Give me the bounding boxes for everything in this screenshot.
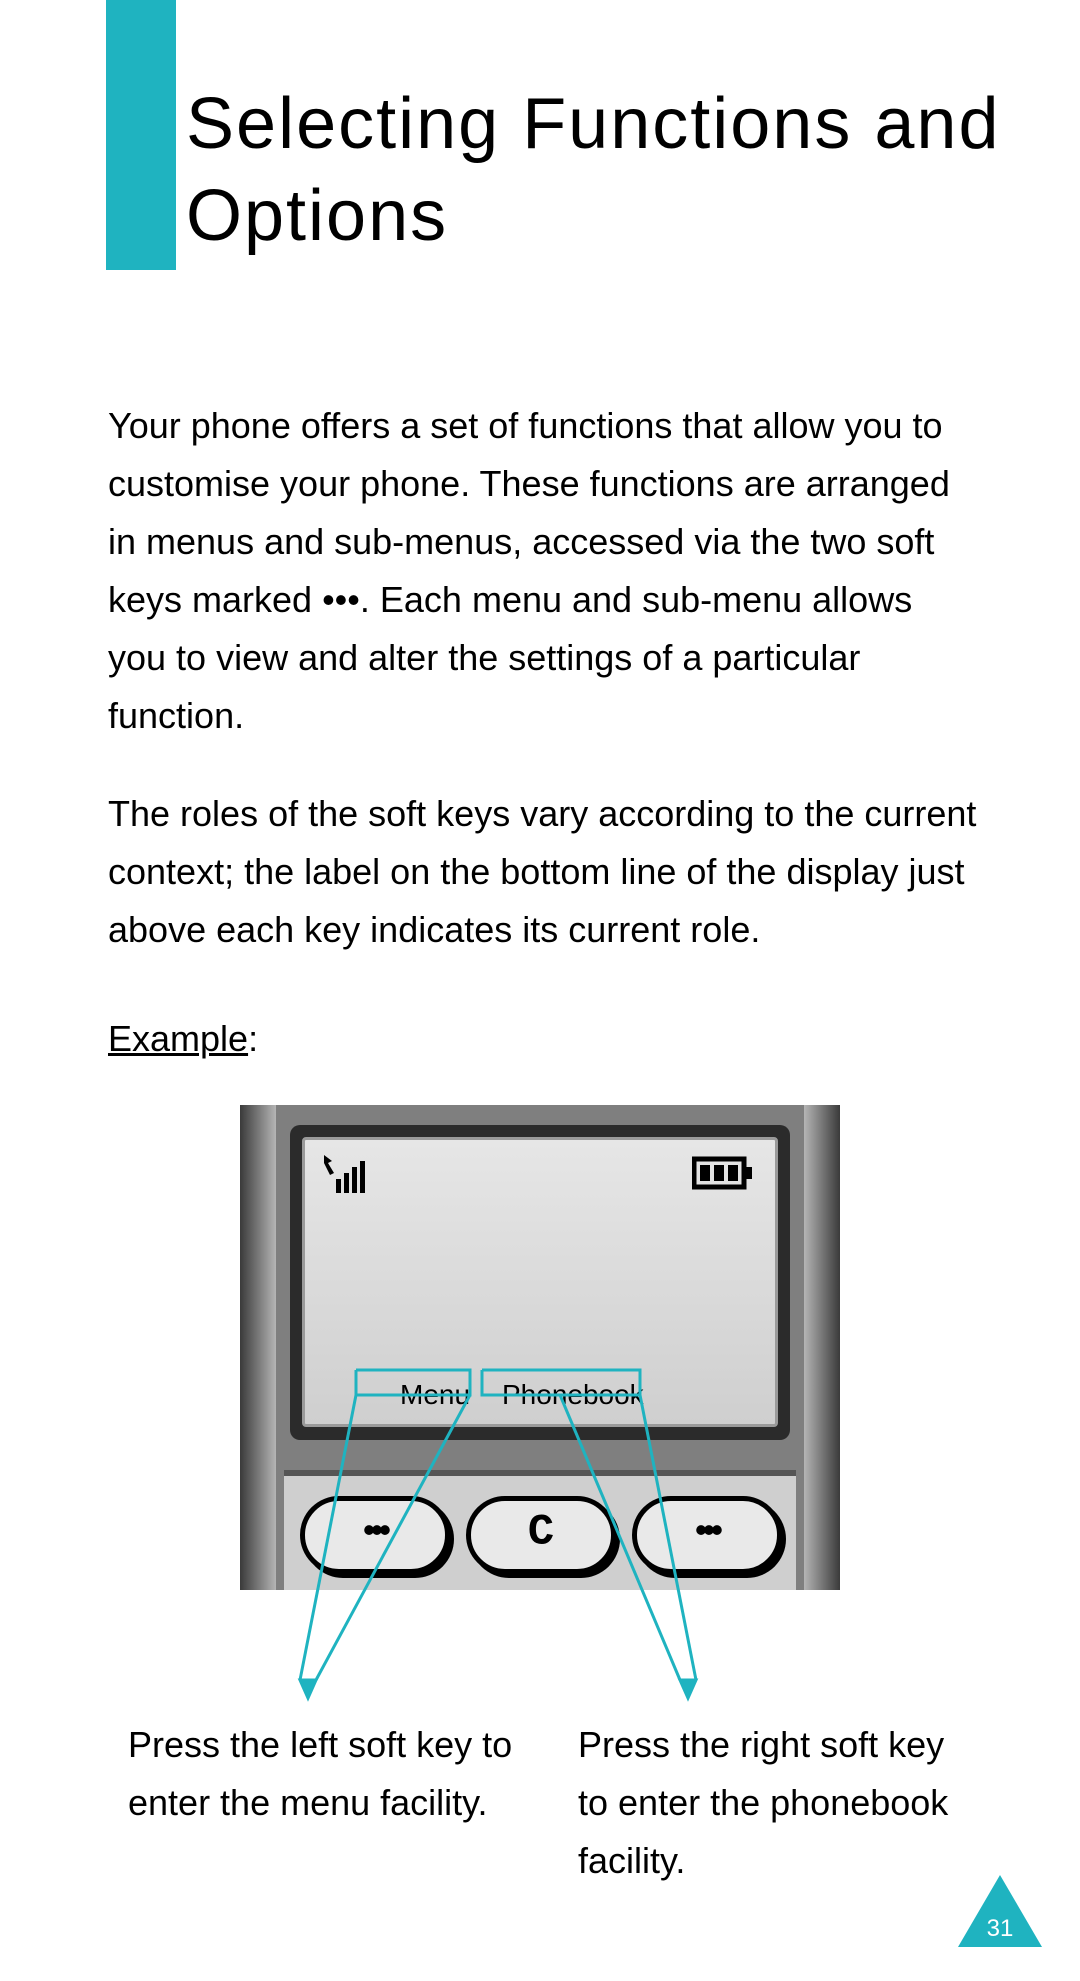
phone-keypad-row: ••• C ••• <box>284 1470 796 1590</box>
dots-icon: ••• <box>363 1512 387 1551</box>
caption-right-softkey: Press the right soft key to enter the ph… <box>578 1716 978 1890</box>
status-bar <box>312 1149 768 1199</box>
page-number: 31 <box>958 1899 1042 1947</box>
example-label-text: Example <box>108 1018 248 1059</box>
example-label: Example: <box>108 1018 258 1060</box>
callout-lines <box>0 0 1080 1981</box>
page-title: Selecting Functions and Options <box>186 78 1080 262</box>
phone-side-left <box>240 1105 276 1590</box>
signal-icon <box>322 1153 382 1195</box>
right-soft-key: ••• <box>632 1496 782 1574</box>
dots-icon: ••• <box>695 1512 719 1551</box>
clear-key-label: C <box>528 1508 554 1558</box>
softkey-label-right: Phonebook <box>502 1379 644 1411</box>
left-soft-key: ••• <box>300 1496 450 1574</box>
battery-icon <box>692 1155 754 1191</box>
paragraph-1: Your phone offers a set of functions tha… <box>108 397 978 745</box>
phone-side-right <box>804 1105 840 1590</box>
phone-illustration: Menu Phonebook ••• C ••• <box>240 1105 840 1590</box>
header-accent-bar <box>106 0 176 270</box>
softkey-label-left: Menu <box>400 1379 470 1411</box>
paragraph-2: The roles of the soft keys vary accordin… <box>108 785 988 959</box>
manual-page: Selecting Functions and Options Your pho… <box>0 0 1080 1981</box>
softkey-label-row: Menu Phonebook <box>312 1379 768 1419</box>
clear-key: C <box>466 1496 616 1574</box>
softkey-marker-glyph: ••• <box>322 579 360 620</box>
caption-left-softkey: Press the left soft key to enter the men… <box>128 1716 528 1832</box>
